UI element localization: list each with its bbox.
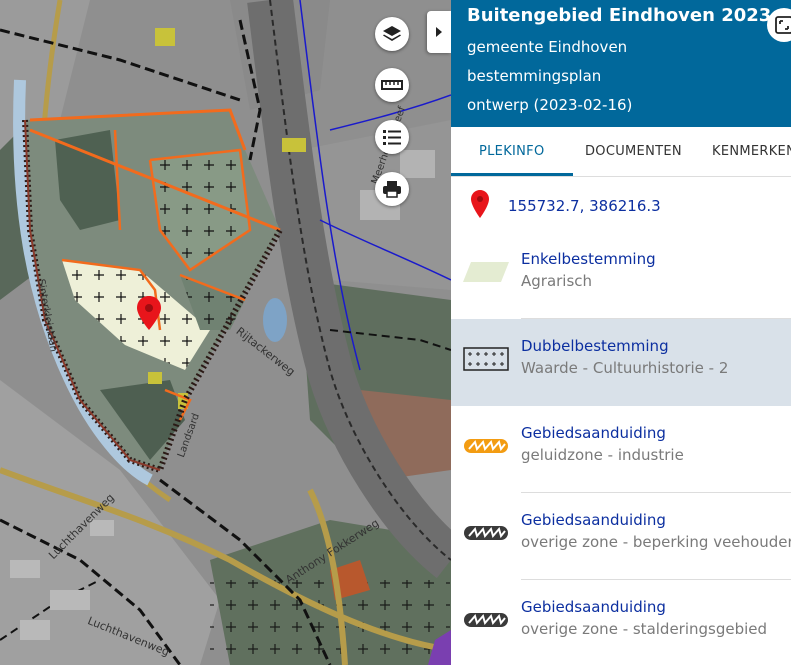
coordinates-text: 155732.7, 386216.3 [508, 197, 661, 215]
grey-zone-swatch-icon [464, 526, 508, 540]
agrarisch-swatch-icon [463, 262, 509, 282]
list-item-dubbelbestemming[interactable]: Dubbelbestemming Waarde - Cultuurhistori… [451, 319, 791, 406]
rule-title: Gebiedsaanduiding [521, 511, 666, 529]
rule-value: overige zone - beperking veehouderij [521, 533, 791, 551]
panel-tabs: PLEKINFO DOCUMENTEN KENMERKEN [451, 127, 791, 177]
ruler-icon [381, 80, 403, 90]
tab-kenmerken[interactable]: KENMERKEN [712, 144, 791, 159]
chevron-right-icon [436, 27, 442, 37]
plan-title: Buitengebied Eindhoven 2023 [467, 5, 772, 26]
map-canvas[interactable]: Rijtackerweg Luchthavenweg Luchthavenweg… [0, 0, 451, 665]
plan-type: bestemmingsplan [467, 67, 602, 85]
list-item-geluidzone[interactable]: Gebiedsaanduiding geluidzone - industrie [451, 406, 791, 493]
list-item-beperking-veehouderij[interactable]: Gebiedsaanduiding overige zone - beperki… [451, 493, 791, 580]
cross-hatch-swatch-icon [463, 347, 509, 371]
rule-value: Agrarisch [521, 272, 593, 290]
map-pin-icon [471, 190, 489, 218]
grey-zone-swatch-icon [464, 613, 508, 627]
rule-value: Waarde - Cultuurhistorie - 2 [521, 359, 729, 377]
layers-icon [383, 26, 401, 41]
list-item-stalderingsgebied[interactable]: Gebiedsaanduiding overige zone - stalder… [451, 580, 791, 665]
fullscreen-icon [775, 16, 791, 34]
printer-icon [383, 181, 401, 198]
fullscreen-button[interactable] [767, 8, 791, 42]
rule-value: overige zone - stalderingsgebied [521, 620, 768, 638]
rule-title: Gebiedsaanduiding [521, 598, 666, 616]
rule-title: Gebiedsaanduiding [521, 424, 666, 442]
print-button[interactable] [375, 172, 409, 206]
panel-header: Buitengebied Eindhoven 2023 gemeente Ein… [451, 0, 791, 127]
layers-button[interactable] [375, 17, 409, 51]
collapse-panel-button[interactable] [427, 11, 451, 53]
coordinate-row: 155732.7, 386216.3 [451, 178, 791, 232]
tab-documenten[interactable]: DOCUMENTEN [585, 144, 682, 159]
measure-button[interactable] [375, 68, 409, 102]
legend-button[interactable] [375, 120, 409, 154]
plan-status: ontwerp (2023-02-16) [467, 96, 633, 114]
orange-zone-swatch-icon [464, 439, 508, 453]
active-tab-indicator [451, 173, 573, 176]
list-icon [383, 130, 401, 145]
tab-plekinfo[interactable]: PLEKINFO [479, 144, 545, 159]
plan-municipality: gemeente Eindhoven [467, 38, 628, 56]
rule-title: Dubbelbestemming [521, 337, 669, 355]
rule-title: Enkelbestemming [521, 250, 656, 268]
rule-value: geluidzone - industrie [521, 446, 684, 464]
location-marker[interactable] [137, 296, 161, 330]
info-panel: Buitengebied Eindhoven 2023 gemeente Ein… [451, 0, 791, 665]
list-item-enkelbestemming[interactable]: Enkelbestemming Agrarisch [451, 232, 791, 319]
